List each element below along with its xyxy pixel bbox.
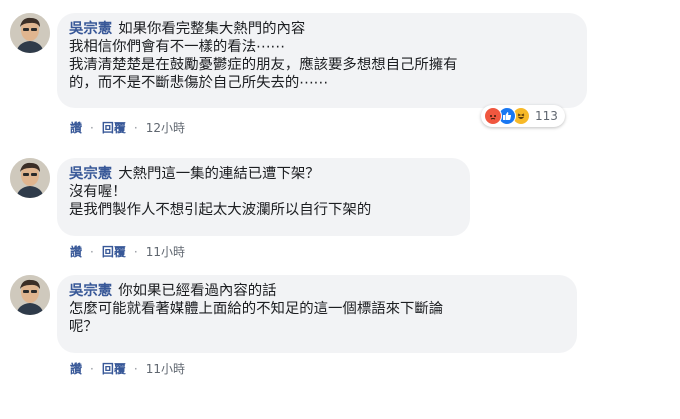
comment-text-line: 怎麼可能就看著媒體上面給的不知足的這一個標語來下斷論 <box>69 301 444 317</box>
reaction-count: 113 <box>535 109 558 123</box>
comment-actions: 讚 · 回覆 · 12小時 <box>70 119 193 136</box>
author-name[interactable]: 吳宗憲 <box>69 166 112 182</box>
avatar[interactable] <box>10 158 50 198</box>
timestamp[interactable]: 11小時 <box>146 245 185 259</box>
separator: · <box>90 121 94 135</box>
reaction-summary[interactable]: 113 <box>481 105 565 127</box>
like-button[interactable]: 讚 <box>70 245 82 259</box>
reply-button[interactable]: 回覆 <box>102 362 126 376</box>
author-name[interactable]: 吳宗憲 <box>69 283 112 299</box>
separator: · <box>133 245 138 259</box>
comment-text-line: 是我們製作人不想引起太大波瀾所以自行下架的 <box>69 202 372 218</box>
comment-bubble: 吳宗憲 如果你看完整集大熱門的內容 我相信你們會有不一樣的看法⋯⋯ 我清清楚楚是在… <box>57 13 587 108</box>
author-name[interactable]: 吳宗憲 <box>69 21 112 37</box>
comment-text-line: 我相信你們會有不一樣的看法⋯⋯ <box>69 39 285 55</box>
comment-actions: 讚 · 回覆 · 11小時 <box>70 360 193 377</box>
like-button[interactable]: 讚 <box>70 362 82 376</box>
reply-button[interactable]: 回覆 <box>102 121 126 135</box>
avatar[interactable] <box>10 275 50 315</box>
comment-text-line: 大熱門這一集的連結已遭下架？ <box>118 166 320 182</box>
comment-text-line: 我清清楚楚是在鼓勵憂鬱症的朋友，應該要多想想自己所擁有 <box>69 57 458 73</box>
comment-text-line: 如果你看完整集大熱門的內容 <box>118 21 306 37</box>
separator: · <box>133 121 138 135</box>
separator: · <box>90 362 94 376</box>
like-button[interactable]: 讚 <box>70 121 82 135</box>
comment-text-line: 呢？ <box>69 319 98 335</box>
comment-text-line: 沒有喔！ <box>69 184 127 200</box>
separator: · <box>133 362 138 376</box>
avatar[interactable] <box>10 13 50 53</box>
comment-text-line: 的，而不是不斷悲傷於自己所失去的⋯⋯ <box>69 75 329 91</box>
angry-icon <box>484 107 502 125</box>
comment-bubble: 吳宗憲 大熱門這一集的連結已遭下架？ 沒有喔！ 是我們製作人不想引起太大波瀾所以自… <box>57 158 470 236</box>
comment-bubble: 吳宗憲 你如果已經看過內容的話 怎麼可能就看著媒體上面給的不知足的這一個標語來下斷… <box>57 275 577 353</box>
timestamp[interactable]: 12小時 <box>146 121 185 135</box>
comment-actions: 讚 · 回覆 · 11小時 <box>70 243 193 260</box>
comment-text-line: 你如果已經看過內容的話 <box>118 283 277 299</box>
comment-thread: 吳宗憲 如果你看完整集大熱門的內容 我相信你們會有不一樣的看法⋯⋯ 我清清楚楚是在… <box>0 0 680 419</box>
reply-button[interactable]: 回覆 <box>102 245 126 259</box>
timestamp[interactable]: 11小時 <box>146 362 185 376</box>
separator: · <box>90 245 94 259</box>
